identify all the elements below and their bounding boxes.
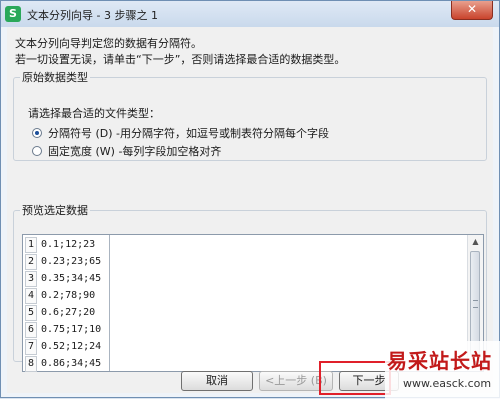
row-text: 0.2;78;90	[41, 290, 96, 301]
row-number: 8	[25, 356, 37, 372]
fixed-width-option[interactable]: 固定宽度 (W) -每列字段加空格对齐	[32, 143, 221, 159]
row-text: 0.35;34;45	[41, 273, 102, 284]
preview-row: 2 0.23;23;65	[25, 254, 101, 270]
preview-row: 5 0.6;27;20	[25, 305, 95, 321]
preview-row: 3 0.35;34;45	[25, 271, 101, 287]
delimited-label: 分隔符号 (D) -用分隔字符，如逗号或制表符分隔每个字段	[48, 127, 330, 140]
delimited-radio[interactable]	[32, 128, 42, 138]
preview-row: 6 0.75;17;10	[25, 322, 101, 338]
row-text: 0.6;27;20	[41, 307, 96, 318]
scroll-thumb[interactable]	[470, 251, 480, 355]
preview-legend: 预览选定数据	[22, 204, 88, 217]
row-number: 4	[25, 288, 37, 304]
title-bar: S 文本分列向导 - 3 步骤之 1 ✕	[1, 1, 499, 27]
next-button-highlight	[319, 361, 391, 395]
preview-row: 1 0.1;12;23	[25, 237, 95, 253]
cancel-button[interactable]: 取消	[181, 371, 253, 391]
preview-group: 预览选定数据 1 0.1;12;23 2 0.23;23;65 3 0.35;34;4…	[13, 202, 487, 372]
intro-line-1: 文本分列向导判定您的数据有分隔符。	[15, 37, 202, 50]
file-type-prompt: 请选择最合适的文件类型：	[28, 107, 160, 120]
scroll-up-arrow-icon[interactable]: ▲	[468, 235, 483, 249]
fixed-width-label: 固定宽度 (W) -每列字段加空格对齐	[48, 145, 222, 158]
intro-line-2: 若一切设置无误，请单击“下一步”，否则请选择最合适的数据类型。	[15, 53, 346, 66]
preview-row: 4 0.2;78;90	[25, 288, 95, 304]
row-number: 1	[25, 237, 37, 253]
row-number: 7	[25, 339, 37, 355]
grip-icon	[473, 300, 478, 308]
row-number: 6	[25, 322, 37, 338]
watermark: 易采站长站 www.easck.com	[385, 341, 500, 399]
original-data-type-legend: 原始数据类型	[22, 71, 88, 84]
dialog-title: 文本分列向导 - 3 步骤之 1	[27, 9, 158, 22]
preview-row: 7 0.52;12;24	[25, 339, 101, 355]
dialog-body: 文本分列向导判定您的数据有分隔符。 若一切设置无误，请单击“下一步”，否则请选择…	[7, 27, 493, 393]
row-number: 3	[25, 271, 37, 287]
app-logo-icon: S	[5, 6, 21, 22]
watermark-url: www.easck.com	[403, 377, 492, 390]
preview-row: 8 0.86;34;45	[25, 356, 101, 372]
fixed-width-radio[interactable]	[32, 146, 42, 156]
row-text: 0.52;12;24	[41, 341, 102, 352]
text-to-columns-wizard-dialog: S 文本分列向导 - 3 步骤之 1 ✕ 文本分列向导判定您的数据有分隔符。 若…	[0, 0, 500, 399]
row-number: 5	[25, 305, 37, 321]
row-text: 0.23;23;65	[41, 256, 102, 267]
row-text: 0.75;17;10	[41, 324, 102, 335]
delimited-option[interactable]: 分隔符号 (D) -用分隔字符，如逗号或制表符分隔每个字段	[32, 125, 329, 141]
row-text: 0.86;34;45	[41, 358, 102, 369]
original-data-type-group: 原始数据类型 请选择最合适的文件类型： 分隔符号 (D) -用分隔字符，如逗号或…	[13, 69, 487, 161]
close-button[interactable]: ✕	[451, 1, 493, 20]
row-text: 0.1;12;23	[41, 239, 96, 250]
row-number: 2	[25, 254, 37, 270]
watermark-title: 易采站长站	[387, 349, 492, 373]
